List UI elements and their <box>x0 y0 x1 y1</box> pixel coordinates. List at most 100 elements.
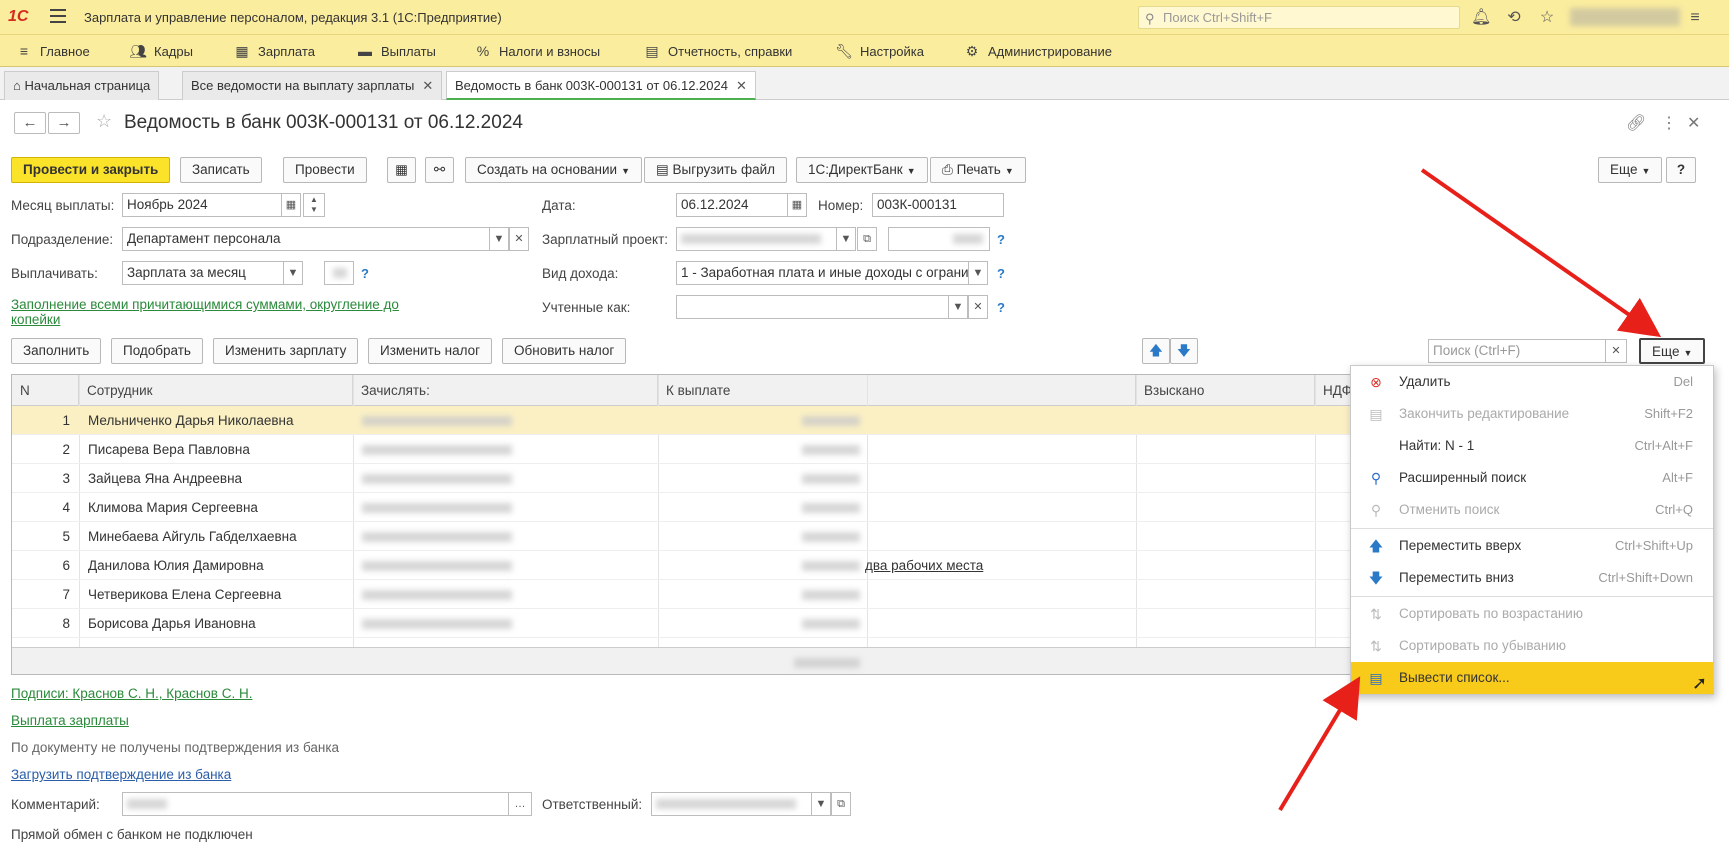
column-header-account[interactable]: Зачислять: <box>353 375 658 406</box>
create-based-on-button[interactable]: Создать на основании ▼ <box>465 157 642 183</box>
section-salary[interactable]: ▦ Зарплата <box>232 35 315 67</box>
section-main[interactable]: ≡ Главное <box>14 35 90 67</box>
table-row[interactable]: 1 Мельниченко Дарья Николаевна <box>12 406 1350 435</box>
menu-item-advanced-search[interactable]: ⚲ Расширенный поиск Alt+F <box>1351 462 1713 494</box>
table-row[interactable]: 6 Данилова Юлия Дамировна два рабочих ме… <box>12 551 1350 580</box>
number-field[interactable]: 003К-000131 <box>872 193 1004 217</box>
attachments-button[interactable]: ⚯ <box>425 157 454 183</box>
table-row[interactable]: 3 Зайцева Яна Андреевна <box>12 464 1350 493</box>
row-note-link[interactable]: два рабочих места <box>865 551 983 580</box>
move-down-button[interactable]: 🡇 <box>1170 338 1198 364</box>
counted-as-field[interactable] <box>676 295 950 319</box>
table-row[interactable]: 7 Четверикова Елена Сергеевна <box>12 580 1350 609</box>
bell-icon[interactable]: 🔔︎ <box>1471 8 1491 28</box>
close-tab-icon[interactable]: ✕ <box>736 78 747 93</box>
column-header-employee[interactable]: Сотрудник <box>79 375 353 406</box>
calendar-icon[interactable]: ▦ <box>787 193 807 217</box>
direct-bank-button[interactable]: 1С:ДиректБанк ▼ <box>796 157 928 183</box>
clear-icon[interactable]: ✕ <box>509 227 529 251</box>
close-icon[interactable]: ✕ <box>1687 113 1700 133</box>
link-icon[interactable]: 🔗︎ <box>1626 113 1646 133</box>
more-button[interactable]: Еще ▼ <box>1598 157 1663 183</box>
column-header-ndfl[interactable]: НДФЛ <box>1315 375 1350 406</box>
responsible-field[interactable] <box>651 792 813 816</box>
post-button[interactable]: Провести <box>283 157 367 183</box>
hamburger-menu-icon[interactable] <box>50 9 66 23</box>
month-field[interactable]: Ноябрь 2024 <box>122 193 282 217</box>
month-stepper[interactable]: ▲ ▼ <box>303 193 325 217</box>
menu-item-move-up[interactable]: 🡅 Переместить вверх Ctrl+Shift+Up <box>1351 530 1713 562</box>
help-icon[interactable]: ? <box>997 266 1005 281</box>
section-taxes[interactable]: % Налоги и взносы <box>473 35 600 67</box>
table-row[interactable]: 2 Писарева Вера Павловна <box>12 435 1350 464</box>
table-search-input[interactable]: Поиск (Ctrl+F) <box>1428 339 1606 363</box>
open-icon[interactable]: ⧉ <box>857 227 877 251</box>
fill-settings-link-cont[interactable]: копейки <box>11 312 60 327</box>
export-file-button[interactable]: ▤ Выгрузить файл <box>644 157 788 183</box>
chevron-down-icon[interactable]: ▼ <box>968 261 988 285</box>
favorites-star-icon[interactable]: ☆ <box>1537 8 1557 28</box>
menu-item-move-down[interactable]: 🡇 Переместить вниз Ctrl+Shift+Down <box>1351 562 1713 594</box>
salary-payout-link[interactable]: Выплата зарплаты <box>11 713 129 728</box>
calendar-icon[interactable]: ▦ <box>281 193 301 217</box>
section-personnel[interactable]: 👥︎ Кадры <box>128 35 193 67</box>
tab-all-statements[interactable]: Все ведомости на выплату зарплаты ✕ <box>182 71 443 100</box>
more-vertical-icon[interactable]: ⋮ <box>1661 113 1677 133</box>
salary-project-field[interactable] <box>676 227 838 251</box>
user-name[interactable] <box>1570 8 1680 26</box>
help-icon[interactable]: ? <box>361 266 369 281</box>
menu-item-find[interactable]: Найти: N - 1 Ctrl+Alt+F <box>1351 430 1713 462</box>
table-row[interactable]: 4 Климова Мария Сергеевна <box>12 493 1350 522</box>
chevron-down-icon[interactable]: ▼ <box>948 295 968 319</box>
menu-item-output-list[interactable]: ▤ Вывести список... <box>1351 662 1713 694</box>
fill-settings-link[interactable]: Заполнение всеми причитающимися суммами,… <box>11 297 399 312</box>
global-search-input[interactable]: ⚲ Поиск Ctrl+Shift+F <box>1138 6 1460 29</box>
tab-home[interactable]: ⌂ Начальная страница <box>4 71 160 100</box>
calculator-button[interactable]: ▦ <box>387 157 416 183</box>
open-comment-button[interactable]: … <box>508 792 532 816</box>
clear-icon[interactable]: ✕ <box>968 295 988 319</box>
pick-button[interactable]: Подобрать <box>111 338 203 364</box>
pay-extra-field[interactable] <box>324 261 354 285</box>
table-row[interactable]: 5 Минебаева Айгуль Габделхаевна <box>12 522 1350 551</box>
chevron-down-icon[interactable]: ▼ <box>283 261 303 285</box>
chevron-down-icon[interactable]: ▼ <box>811 792 831 816</box>
load-confirmation-link[interactable]: Загрузить подтверждение из банка <box>11 767 231 782</box>
help-icon[interactable]: ? <box>997 300 1005 315</box>
print-button[interactable]: ⎙ Печать ▼ <box>930 157 1026 183</box>
column-header-n[interactable]: N <box>12 375 79 406</box>
menu-item-delete[interactable]: ⊗ Удалить Del <box>1351 366 1713 398</box>
save-button[interactable]: Записать <box>180 157 262 183</box>
column-header-withheld[interactable]: Взыскано <box>1136 375 1315 406</box>
pay-type-field[interactable]: Зарплата за месяц <box>122 261 285 285</box>
table-row[interactable]: 8 Борисова Дарья Ивановна <box>12 609 1350 638</box>
back-button[interactable]: ← <box>14 112 46 134</box>
chevron-down-icon[interactable]: ▼ <box>836 227 856 251</box>
post-and-close-button[interactable]: Провести и закрыть <box>11 157 171 183</box>
department-field[interactable]: Департамент персонала <box>122 227 492 251</box>
salary-project-extra-field[interactable] <box>888 227 990 251</box>
update-tax-button[interactable]: Обновить налог <box>502 338 627 364</box>
close-tab-icon[interactable]: ✕ <box>422 78 433 93</box>
open-icon[interactable]: ⧉ <box>831 792 851 816</box>
chevron-down-icon[interactable]: ▼ <box>489 227 509 251</box>
income-type-field[interactable]: 1 - Заработная плата и иные доходы с огр… <box>676 261 970 285</box>
change-salary-button[interactable]: Изменить зарплату <box>213 338 359 364</box>
section-settings[interactable]: 🔧︎ Настройка <box>834 35 924 67</box>
section-administration[interactable]: ⚙ Администрирование <box>962 35 1112 67</box>
section-payments[interactable]: ▬ Выплаты <box>355 35 436 67</box>
signatures-link[interactable]: Подписи: Краснов С. Н., Краснов С. Н. <box>11 686 252 701</box>
column-header-to-pay[interactable]: К выплате <box>658 375 1136 406</box>
favorite-star-icon[interactable]: ☆ <box>96 111 112 132</box>
fill-button[interactable]: Заполнить <box>11 338 102 364</box>
help-button[interactable]: ? <box>1666 157 1696 183</box>
date-field[interactable]: 06.12.2024 <box>676 193 788 217</box>
section-reports[interactable]: ▤ Отчетность, справки <box>642 35 792 67</box>
tab-current-statement[interactable]: Ведомость в банк 003К-000131 от 06.12.20… <box>446 71 756 100</box>
history-icon[interactable]: ⟲ <box>1504 8 1524 28</box>
move-up-button[interactable]: 🡅 <box>1142 338 1170 364</box>
table-more-button[interactable]: Еще ▼ <box>1639 338 1706 364</box>
clear-search-icon[interactable]: ✕ <box>1605 339 1627 363</box>
change-tax-button[interactable]: Изменить налог <box>368 338 493 364</box>
comment-field[interactable] <box>122 792 510 816</box>
